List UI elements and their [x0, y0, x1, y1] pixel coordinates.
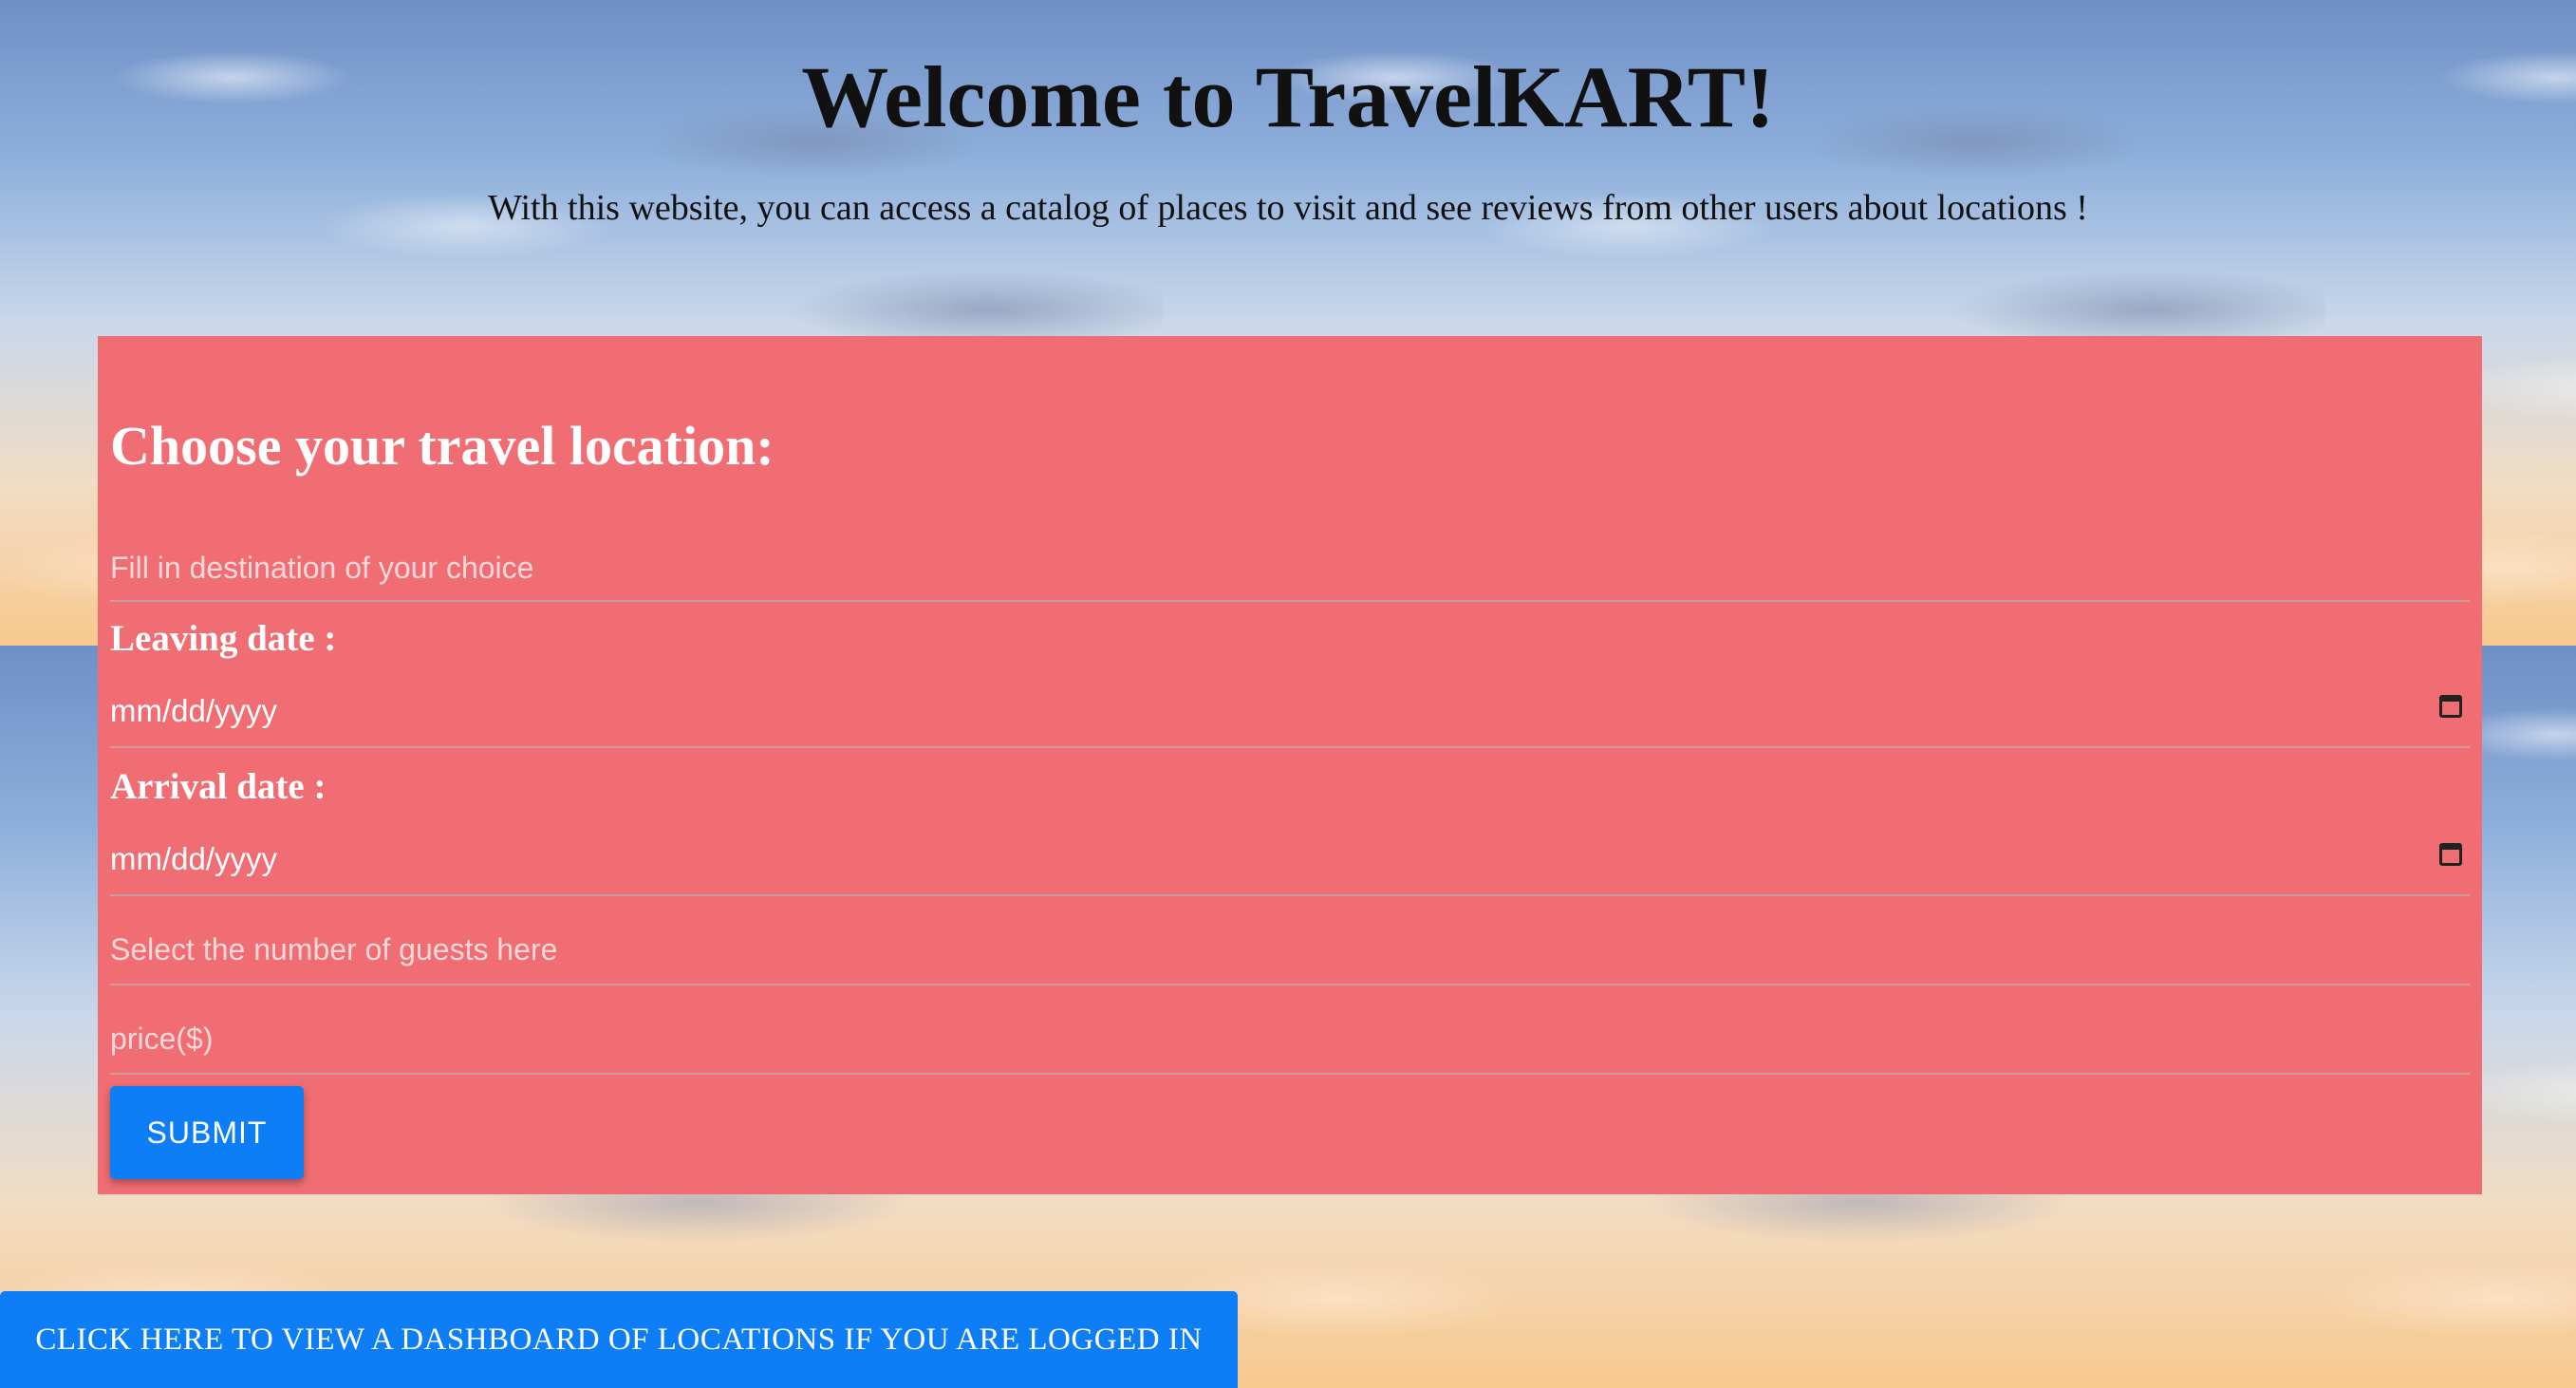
- guests-field[interactable]: Select the number of guests here: [110, 896, 2470, 985]
- arrival-date-label: Arrival date :: [110, 766, 327, 807]
- guests-placeholder: Select the number of guests here: [110, 932, 558, 966]
- calendar-icon[interactable]: [2439, 695, 2462, 718]
- destination-placeholder: Fill in destination of your choice: [110, 551, 534, 585]
- dashboard-link-button[interactable]: CLICK HERE TO VIEW A DASHBOARD OF LOCATI…: [0, 1291, 1238, 1388]
- page-header: Welcome to TravelKART! With this website…: [0, 0, 2576, 229]
- form-heading: Choose your travel location:: [110, 415, 775, 477]
- leaving-date-label: Leaving date :: [110, 618, 337, 659]
- page-subtitle: With this website, you can access a cata…: [488, 188, 2088, 229]
- destination-field[interactable]: Fill in destination of your choice: [110, 534, 2470, 602]
- price-field[interactable]: price($): [110, 985, 2470, 1075]
- arrival-date-value: mm/dd/yyyy: [110, 841, 278, 876]
- arrival-date-field[interactable]: mm/dd/yyyy: [110, 822, 2470, 896]
- price-placeholder: price($): [110, 1022, 214, 1056]
- travel-form: Choose your travel location: Fill in des…: [98, 336, 2482, 1194]
- page-title: Welcome to TravelKART!: [801, 48, 1775, 145]
- leaving-date-field[interactable]: mm/dd/yyyy: [110, 674, 2470, 748]
- calendar-icon[interactable]: [2439, 843, 2462, 866]
- submit-button[interactable]: SUBMIT: [110, 1086, 304, 1179]
- leaving-date-value: mm/dd/yyyy: [110, 693, 278, 728]
